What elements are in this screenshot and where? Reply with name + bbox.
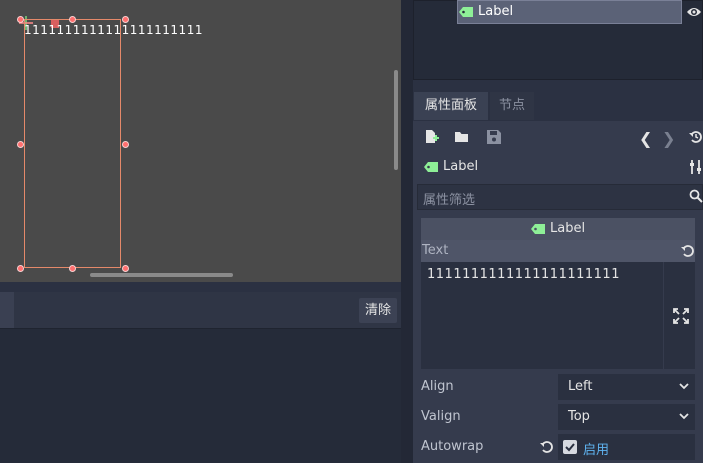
autowrap-field [558,434,695,460]
search-icon [689,189,703,203]
tab-node[interactable]: 节点 [490,92,534,120]
valign-dropdown-value: Top [568,409,590,424]
label-node-icon [424,161,439,173]
label-preview-text: 1111111111111111111111 [24,23,203,37]
folder-open-icon[interactable] [454,129,471,145]
scene-node-name: Label [478,4,514,19]
checkbox-checked-icon[interactable] [563,440,577,454]
resize-handle-bottom[interactable] [69,265,76,272]
tab-inspector[interactable]: 属性面板 [414,92,488,120]
canvas-viewport[interactable]: 1111111111111111111111 [0,0,401,282]
output-log[interactable] [0,329,401,463]
viewport-horizontal-scrollbar[interactable] [90,273,233,277]
save-icon[interactable] [486,129,502,145]
align-dropdown-value: Left [568,379,593,394]
resize-handle-left[interactable] [17,141,24,148]
viewport-vertical-scrollbar[interactable] [394,70,398,170]
revert-icon[interactable] [681,244,695,258]
expand-icon[interactable] [673,308,689,324]
chevron-down-icon [678,411,690,421]
history-icon[interactable] [689,130,703,144]
autowrap-property-label: Autowrap [421,439,484,454]
text-property-row [421,240,695,262]
resize-handle-top[interactable] [69,16,76,23]
align-property-label: Align [421,379,454,394]
resize-handle-bottom-right[interactable] [122,265,129,272]
edited-object-name[interactable]: Label [443,159,478,174]
text-property-label: Text [422,243,449,258]
resize-handle-top-left[interactable] [17,16,24,23]
valign-property-label: Valign [421,409,461,424]
resize-handle-top-right[interactable] [122,16,129,23]
chevron-down-icon [678,381,690,391]
eye-icon[interactable] [686,5,702,19]
class-section-title: Label [550,221,586,236]
label-selection-rect[interactable] [24,19,121,268]
tools-icon[interactable] [689,159,703,175]
output-tab[interactable] [0,292,14,328]
resize-handle-bottom-left[interactable] [17,265,24,272]
revert-icon[interactable] [540,440,554,454]
output-toolbar [0,292,401,329]
property-filter-placeholder: 属性筛选 [423,193,476,208]
history-back-button[interactable]: ❮ [639,129,652,148]
new-resource-icon[interactable] [423,129,439,145]
resize-handle-right[interactable] [122,141,129,148]
clear-output-button[interactable]: 清除 [359,298,397,323]
label-node-icon [531,223,546,235]
label-node-icon [459,6,474,18]
dock-splitter[interactable] [401,0,413,463]
history-forward-button[interactable]: ❯ [662,129,675,148]
text-property-value: 1111111111111111111111 [427,267,620,282]
autowrap-toggle-label[interactable]: 启用 [583,439,609,458]
